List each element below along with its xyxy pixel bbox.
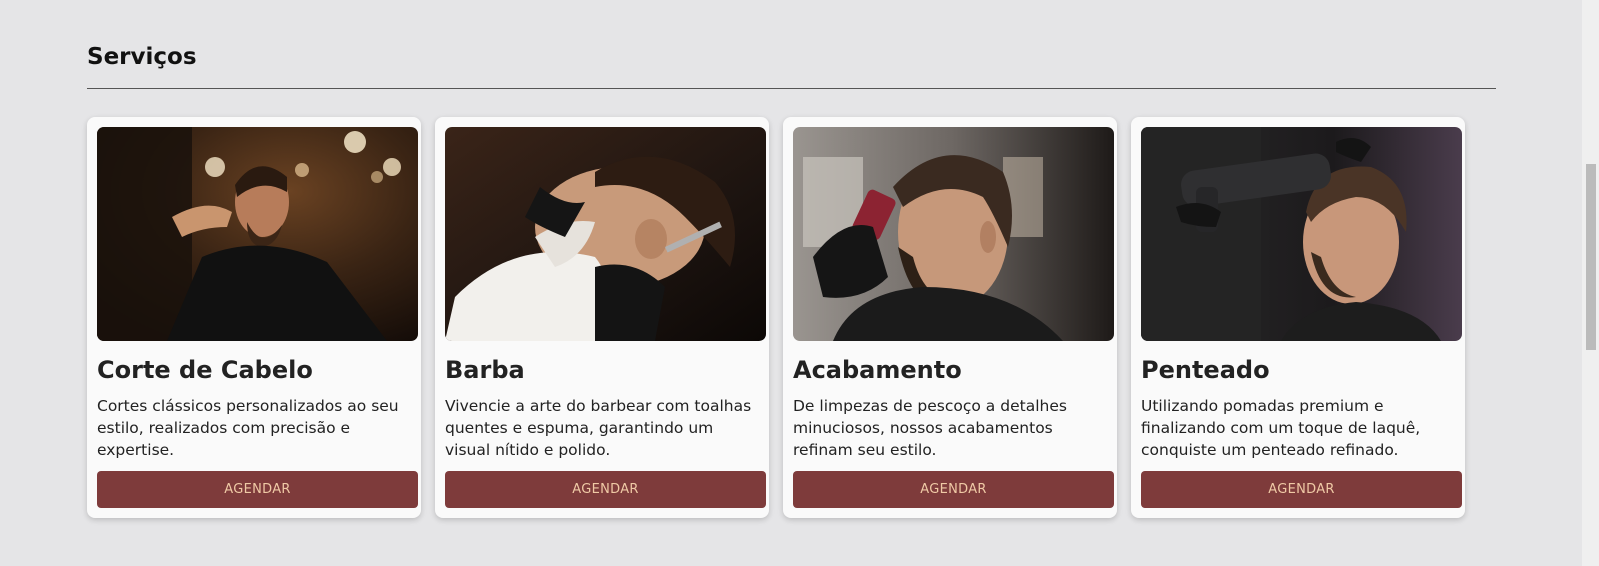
service-description: Cortes clássicos personalizados ao seu e… — [97, 397, 399, 459]
service-card-barba: Barba Vivencie a arte do barbear com toa… — [435, 117, 769, 518]
agendar-button[interactable]: AGENDAR — [793, 471, 1114, 508]
agendar-button[interactable]: AGENDAR — [1141, 471, 1462, 508]
trimming-photo — [793, 127, 1114, 341]
service-title: Barba — [445, 356, 525, 384]
section-divider — [87, 88, 1496, 89]
service-title: Penteado — [1141, 356, 1270, 384]
section-title: Serviços — [87, 44, 197, 70]
scrollbar-thumb[interactable] — [1586, 164, 1596, 350]
service-description: Vivencie a arte do barbear com toalhas q… — [445, 397, 752, 459]
service-description: De limpezas de pescoço a detalhes minuci… — [793, 397, 1067, 459]
service-description: Utilizando pomadas premium e finalizando… — [1141, 397, 1421, 459]
services-section: Serviços Corte de Cabelo Cortes clássico… — [87, 40, 1496, 518]
service-card-penteado: Penteado Utilizando pomadas premium e fi… — [1131, 117, 1465, 518]
hairstyling-photo — [1141, 127, 1462, 341]
vertical-scrollbar[interactable] — [1582, 0, 1599, 566]
agendar-button[interactable]: AGENDAR — [97, 471, 418, 508]
service-title: Corte de Cabelo — [97, 356, 313, 384]
haircut-photo — [97, 127, 418, 341]
service-card-acabamento: Acabamento De limpezas de pescoço a deta… — [783, 117, 1117, 518]
services-cards: Corte de Cabelo Cortes clássicos persona… — [87, 117, 1465, 518]
agendar-button[interactable]: AGENDAR — [445, 471, 766, 508]
beard-shave-photo — [445, 127, 766, 341]
service-title: Acabamento — [793, 356, 962, 384]
service-card-corte: Corte de Cabelo Cortes clássicos persona… — [87, 117, 421, 518]
